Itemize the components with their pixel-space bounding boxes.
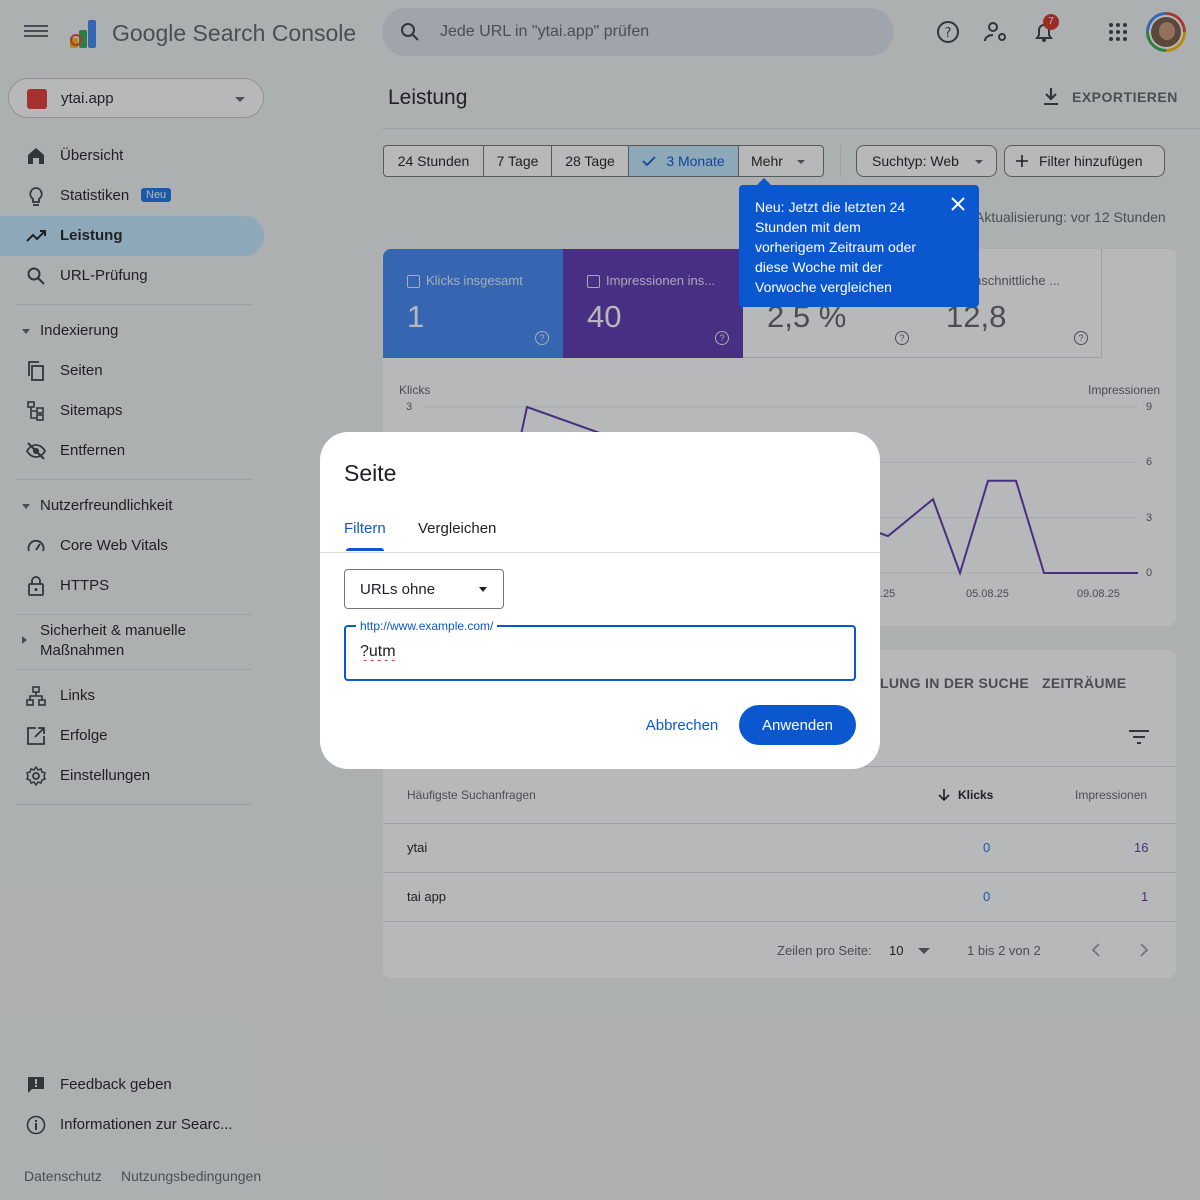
active-tab-indicator: [346, 548, 384, 551]
cancel-button[interactable]: Abbrechen: [634, 705, 730, 745]
divider: [320, 552, 880, 553]
apply-button[interactable]: Anwenden: [739, 705, 856, 745]
operator-select[interactable]: URLs ohne: [344, 569, 504, 609]
url-filter-input[interactable]: [360, 643, 840, 661]
url-filter-field[interactable]: http://www.example.com/: [344, 619, 856, 681]
feature-tooltip: Neu: Jetzt die letzten 24 Stunden mit de…: [739, 178, 979, 307]
tab-filter[interactable]: Filtern: [344, 520, 386, 537]
page-filter-dialog: Seite Filtern Vergleichen URLs ohne http…: [320, 432, 880, 769]
dialog-title: Seite: [344, 460, 397, 486]
tab-compare[interactable]: Vergleichen: [418, 520, 496, 537]
url-filter-label: http://www.example.com/: [356, 619, 498, 633]
chevron-down-icon: [479, 587, 487, 592]
close-icon[interactable]: [949, 195, 967, 213]
